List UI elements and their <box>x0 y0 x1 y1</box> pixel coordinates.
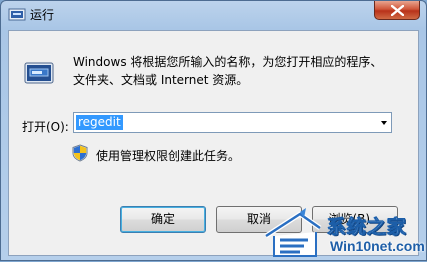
watermark-url: Win10net.com <box>330 238 425 254</box>
description-line-1: Windows 将根据您所输入的名称，为您打开相应的程序、 <box>73 55 383 69</box>
ok-button[interactable]: 确定 <box>120 206 206 233</box>
run-program-icon <box>24 62 54 84</box>
house-logo-icon <box>264 208 322 257</box>
watermark: 系统之家 Win10net.com <box>260 206 427 262</box>
dialog-description: Windows 将根据您所输入的名称，为您打开相应的程序、 文件夹、文档或 In… <box>73 53 413 89</box>
open-input-value[interactable]: regedit <box>76 115 123 130</box>
description-line-2: 文件夹、文档或 Internet 资源。 <box>73 73 249 87</box>
dropdown-arrow-icon[interactable] <box>381 121 387 125</box>
watermark-brand: 系统之家 <box>327 216 408 239</box>
close-icon <box>391 5 404 16</box>
open-label: 打开(O): <box>22 120 69 134</box>
run-dialog-window: 运行 Windows 将根据您所输入的名称，为您打开相应的程序、 文件夹、文档或… <box>0 0 427 261</box>
run-icon-small <box>8 8 26 21</box>
uac-shield-icon <box>72 144 88 162</box>
close-button[interactable] <box>374 1 420 20</box>
admin-note: 使用管理权限创建此任务。 <box>96 149 241 163</box>
open-combobox[interactable]: regedit <box>73 112 392 133</box>
window-title: 运行 <box>30 8 55 22</box>
